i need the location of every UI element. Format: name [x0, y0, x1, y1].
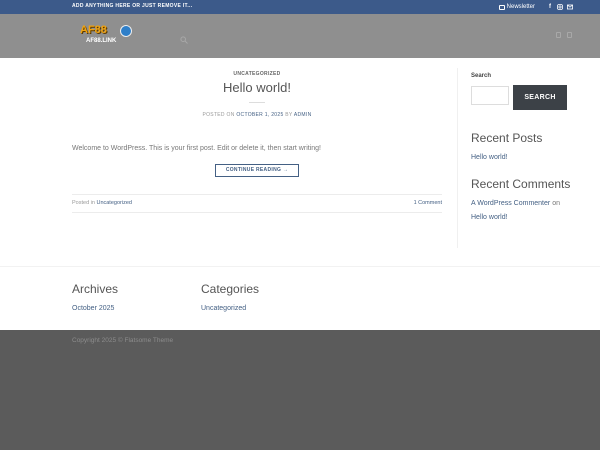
top-bar-message: ADD ANYTHING HERE OR JUST REMOVE IT... — [72, 3, 193, 9]
comment-on-label: on — [552, 200, 560, 207]
post-author-link[interactable]: ADMIN — [294, 112, 312, 118]
account-icon[interactable] — [556, 32, 561, 38]
footer-widgets: Archives October 2025 Categories Uncateg… — [0, 266, 600, 330]
top-bar: ADD ANYTHING HERE OR JUST REMOVE IT... N… — [0, 0, 600, 14]
logo-subtext: AF88.LINK — [86, 38, 117, 44]
search-input[interactable] — [471, 86, 509, 105]
recent-post-link[interactable]: Hello world! — [471, 154, 508, 161]
comment-post-link[interactable]: Hello world! — [471, 214, 508, 221]
post-excerpt: Welcome to WordPress. This is your first… — [72, 145, 321, 152]
site-header: AF88 AF88.LINK — [0, 14, 600, 58]
site-logo[interactable]: AF88 AF88.LINK — [78, 24, 138, 50]
cart-icon[interactable] — [567, 32, 572, 38]
archives-title: Archives — [72, 282, 119, 296]
title-divider — [249, 102, 265, 103]
newsletter-link[interactable]: Newsletter — [498, 4, 535, 10]
copyright: Copyright 2025 © Flatsome Theme — [72, 337, 174, 344]
by-label: BY — [285, 112, 293, 118]
comment-count-link[interactable]: 1 Comment — [414, 200, 442, 206]
footer-divider-top — [72, 194, 442, 195]
archive-link[interactable]: October 2025 — [72, 305, 114, 312]
recent-comments-title: Recent Comments — [471, 177, 571, 191]
main-content: UNCATEGORIZED Hello world! POSTED ON OCT… — [0, 58, 600, 266]
posted-in-category-link[interactable]: Uncategorized — [96, 200, 131, 206]
recent-comment-line: A WordPress Commenter on — [471, 200, 560, 207]
sidebar-divider — [457, 68, 458, 248]
post-category[interactable]: UNCATEGORIZED — [72, 71, 442, 77]
recent-posts-title: Recent Posts — [471, 131, 543, 145]
top-bar-right: Newsletter f — [498, 2, 573, 12]
posted-on-label: POSTED ON — [202, 112, 235, 118]
newsletter-label: Newsletter — [506, 4, 535, 10]
facebook-icon[interactable]: f — [547, 4, 553, 10]
header-right-icons — [556, 32, 576, 40]
search-button[interactable]: SEARCH — [513, 85, 567, 110]
email-icon[interactable] — [567, 4, 573, 10]
posted-in-label: Posted in — [72, 200, 95, 206]
categories-title: Categories — [201, 282, 260, 296]
logo-text: AF88 — [80, 24, 107, 36]
footer-divider — [72, 212, 442, 213]
post-title[interactable]: Hello world! — [72, 80, 442, 95]
instagram-icon[interactable] — [557, 4, 563, 10]
search-label: Search — [471, 73, 492, 79]
search-icon[interactable] — [180, 31, 188, 44]
comment-author-link[interactable]: A WordPress Commenter — [471, 200, 550, 207]
continue-reading-button[interactable]: CONTINUE READING → — [215, 164, 299, 177]
mail-icon — [498, 4, 505, 10]
category-link[interactable]: Uncategorized — [201, 305, 246, 312]
post-meta: POSTED ON OCTOBER 1, 2025 BY ADMIN — [72, 112, 442, 118]
posted-in: Posted in Uncategorized — [72, 200, 132, 206]
logo-ball-icon — [120, 25, 132, 37]
post-date-link[interactable]: OCTOBER 1, 2025 — [236, 112, 283, 118]
